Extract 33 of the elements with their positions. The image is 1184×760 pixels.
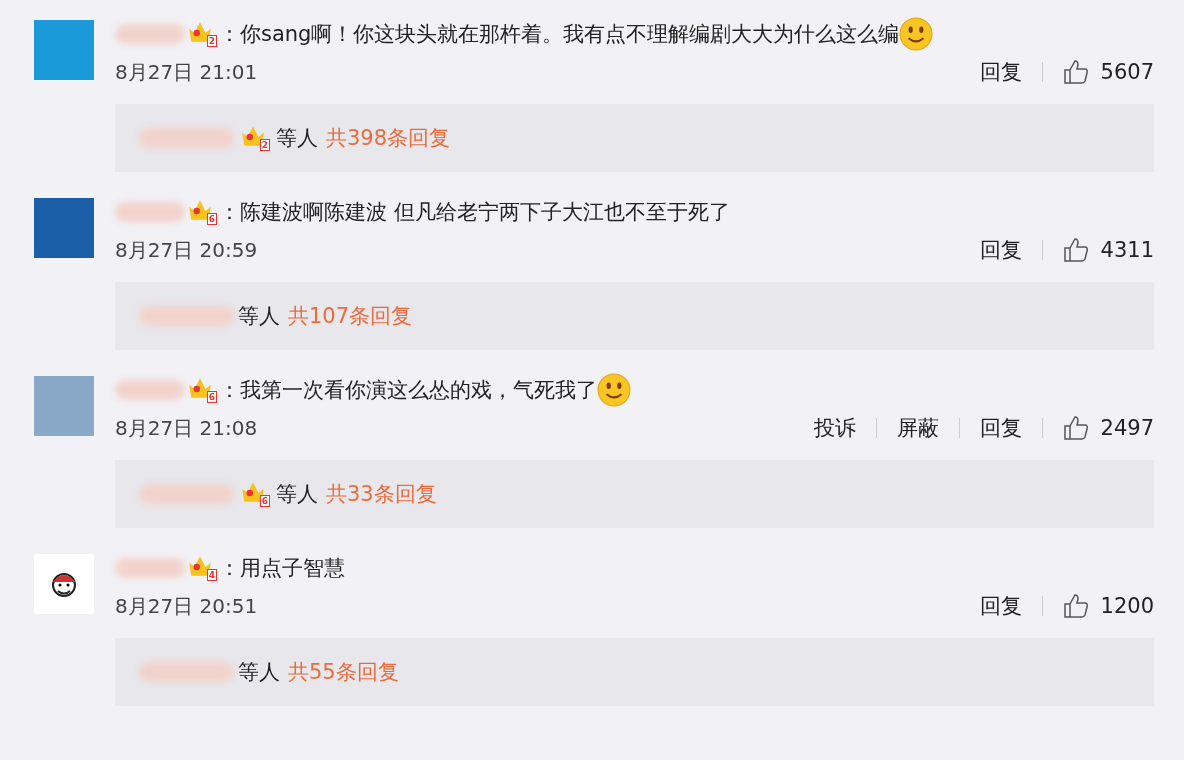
replies-by: 等人 xyxy=(276,125,318,152)
timestamp: 8月27日 20:59 xyxy=(115,236,258,264)
action-link[interactable]: 屏蔽 xyxy=(896,414,939,442)
action-link[interactable]: 投诉 xyxy=(813,414,856,442)
comment-text: ：用点子智慧 xyxy=(219,555,345,582)
blurred-name xyxy=(115,558,185,578)
action-link[interactable]: 回复 xyxy=(979,592,1022,620)
replies-by: 等人 xyxy=(238,303,280,330)
action-link[interactable]: 回复 xyxy=(979,414,1022,442)
comment-text: ：我第一次看你演这么怂的戏，气死我了 xyxy=(219,377,597,404)
action-link[interactable]: 回复 xyxy=(979,58,1022,86)
thumbs-up-icon[interactable] xyxy=(1062,59,1089,85)
like-count: 4311 xyxy=(1100,238,1154,262)
blurred-name xyxy=(115,202,185,222)
blurred-name xyxy=(115,24,185,44)
avatar-drawing[interactable] xyxy=(34,554,94,614)
timestamp: 8月27日 20:51 xyxy=(115,592,258,620)
comment-text: ：陈建波啊陈建波 但凡给老宁两下子大江也不至于死了 xyxy=(219,199,730,226)
thumbs-up-icon[interactable] xyxy=(1062,415,1089,441)
replies-by: 等人 xyxy=(238,659,280,686)
action-link[interactable]: 回复 xyxy=(979,236,1022,264)
smiley-icon xyxy=(597,373,631,407)
blurred-name xyxy=(115,380,185,400)
thumbs-up-icon[interactable] xyxy=(1062,593,1089,619)
thumbs-up-icon[interactable] xyxy=(1062,237,1089,263)
replies-by: 等人 xyxy=(276,481,318,508)
like-count: 2497 xyxy=(1100,416,1154,440)
timestamp: 8月27日 21:08 xyxy=(115,414,258,442)
like-count: 1200 xyxy=(1100,594,1154,618)
timestamp: 8月27日 21:01 xyxy=(115,58,258,86)
comment-text: ：你sang啊！你这块头就在那杵着。我有点不理解编剧大大为什么这么编 xyxy=(219,21,900,48)
like-count: 5607 xyxy=(1100,60,1154,84)
smiley-icon xyxy=(899,17,934,51)
